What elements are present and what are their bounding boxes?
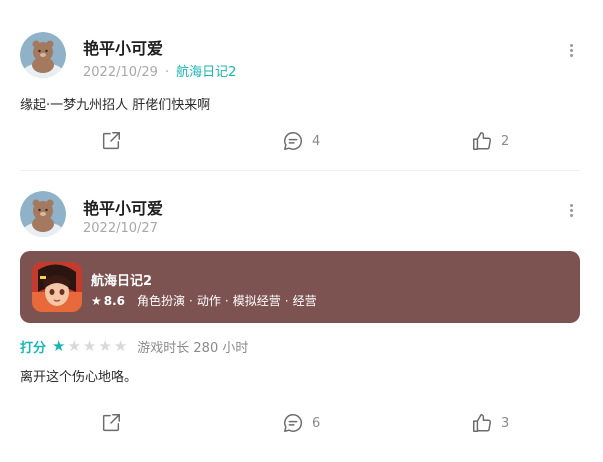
thumbs-up-icon <box>473 132 491 150</box>
game-tag: 动作 <box>196 294 221 308</box>
post-actions: 6 3 <box>0 411 603 435</box>
post-content: 离开这个伤心地咯。 <box>20 370 138 385</box>
comment-icon <box>284 132 303 150</box>
username[interactable]: 艳平小可爱 <box>83 35 163 59</box>
star-icon: ★ <box>52 336 66 355</box>
post-actions: 4 2 <box>0 129 603 153</box>
post-date: 2022/10/27 <box>83 221 158 236</box>
game-tag: 角色扮演 <box>137 294 186 308</box>
game-tag: 模拟经营 <box>232 294 281 308</box>
game-tag-link[interactable]: 航海日记2 <box>176 65 236 80</box>
game-tag: 经营 <box>292 294 317 308</box>
rating-row: 打分 ★ ★ ★ ★ ★ 游戏时长 280 小时 <box>20 336 249 356</box>
star-icon: ★ <box>98 336 112 355</box>
star-icon: ★ <box>113 336 128 355</box>
share-icon <box>102 132 120 150</box>
post-card: 艳平小可爱 2022/10/27 航海日记2 ★ 8.6 角色扮演 · 动作 ·… <box>0 171 603 462</box>
comment-count: 6 <box>312 415 321 431</box>
tag-separator: · <box>224 293 229 308</box>
comment-button[interactable]: 4 <box>282 129 320 153</box>
like-button[interactable]: 3 <box>471 411 509 435</box>
comment-icon <box>284 414 303 432</box>
tag-separator: · <box>284 293 289 308</box>
game-info: ★ 8.6 角色扮演 · 动作 · 模拟经营 · 经营 <box>91 292 317 309</box>
thumbs-up-icon <box>473 414 491 432</box>
comment-count: 4 <box>312 133 321 149</box>
star-icon: ★ <box>91 293 102 308</box>
username[interactable]: 艳平小可爱 <box>83 195 163 219</box>
avatar[interactable] <box>20 191 66 237</box>
like-button[interactable]: 2 <box>471 129 509 153</box>
share-button[interactable] <box>100 129 122 153</box>
tag-separator: · <box>189 293 193 308</box>
post-date: 2022/10/29 <box>83 65 158 80</box>
more-vertical-icon[interactable] <box>565 204 577 220</box>
avatar[interactable] <box>20 32 66 78</box>
post-meta: 2022/10/27 <box>83 221 158 236</box>
game-name: 航海日记2 <box>91 274 153 289</box>
comment-button[interactable]: 6 <box>282 411 320 435</box>
share-button[interactable] <box>100 411 122 435</box>
game-card[interactable]: 航海日记2 ★ 8.6 角色扮演 · 动作 · 模拟经营 · 经营 <box>20 251 580 323</box>
meta-separator: · <box>164 65 170 80</box>
star-icon: ★ <box>67 336 81 355</box>
star-icon: ★ <box>82 336 97 355</box>
share-icon <box>102 414 120 432</box>
like-count: 2 <box>501 133 510 149</box>
rating-label: 打分 <box>20 340 47 356</box>
post-content: 缘起·一梦九州招人 肝佬们快来啊 <box>20 98 211 113</box>
post-meta: 2022/10/29 · 航海日记2 <box>83 61 236 80</box>
game-score: 8.6 <box>103 293 126 308</box>
playtime: 游戏时长 280 小时 <box>137 340 249 356</box>
more-vertical-icon[interactable] <box>565 44 577 60</box>
like-count: 3 <box>501 415 510 431</box>
game-icon <box>32 262 82 312</box>
star-rating: ★ ★ ★ ★ ★ <box>52 336 129 355</box>
post-card: 艳平小可爱 2022/10/29 · 航海日记2 缘起·一梦九州招人 肝佬们快来啊 … <box>0 0 603 171</box>
